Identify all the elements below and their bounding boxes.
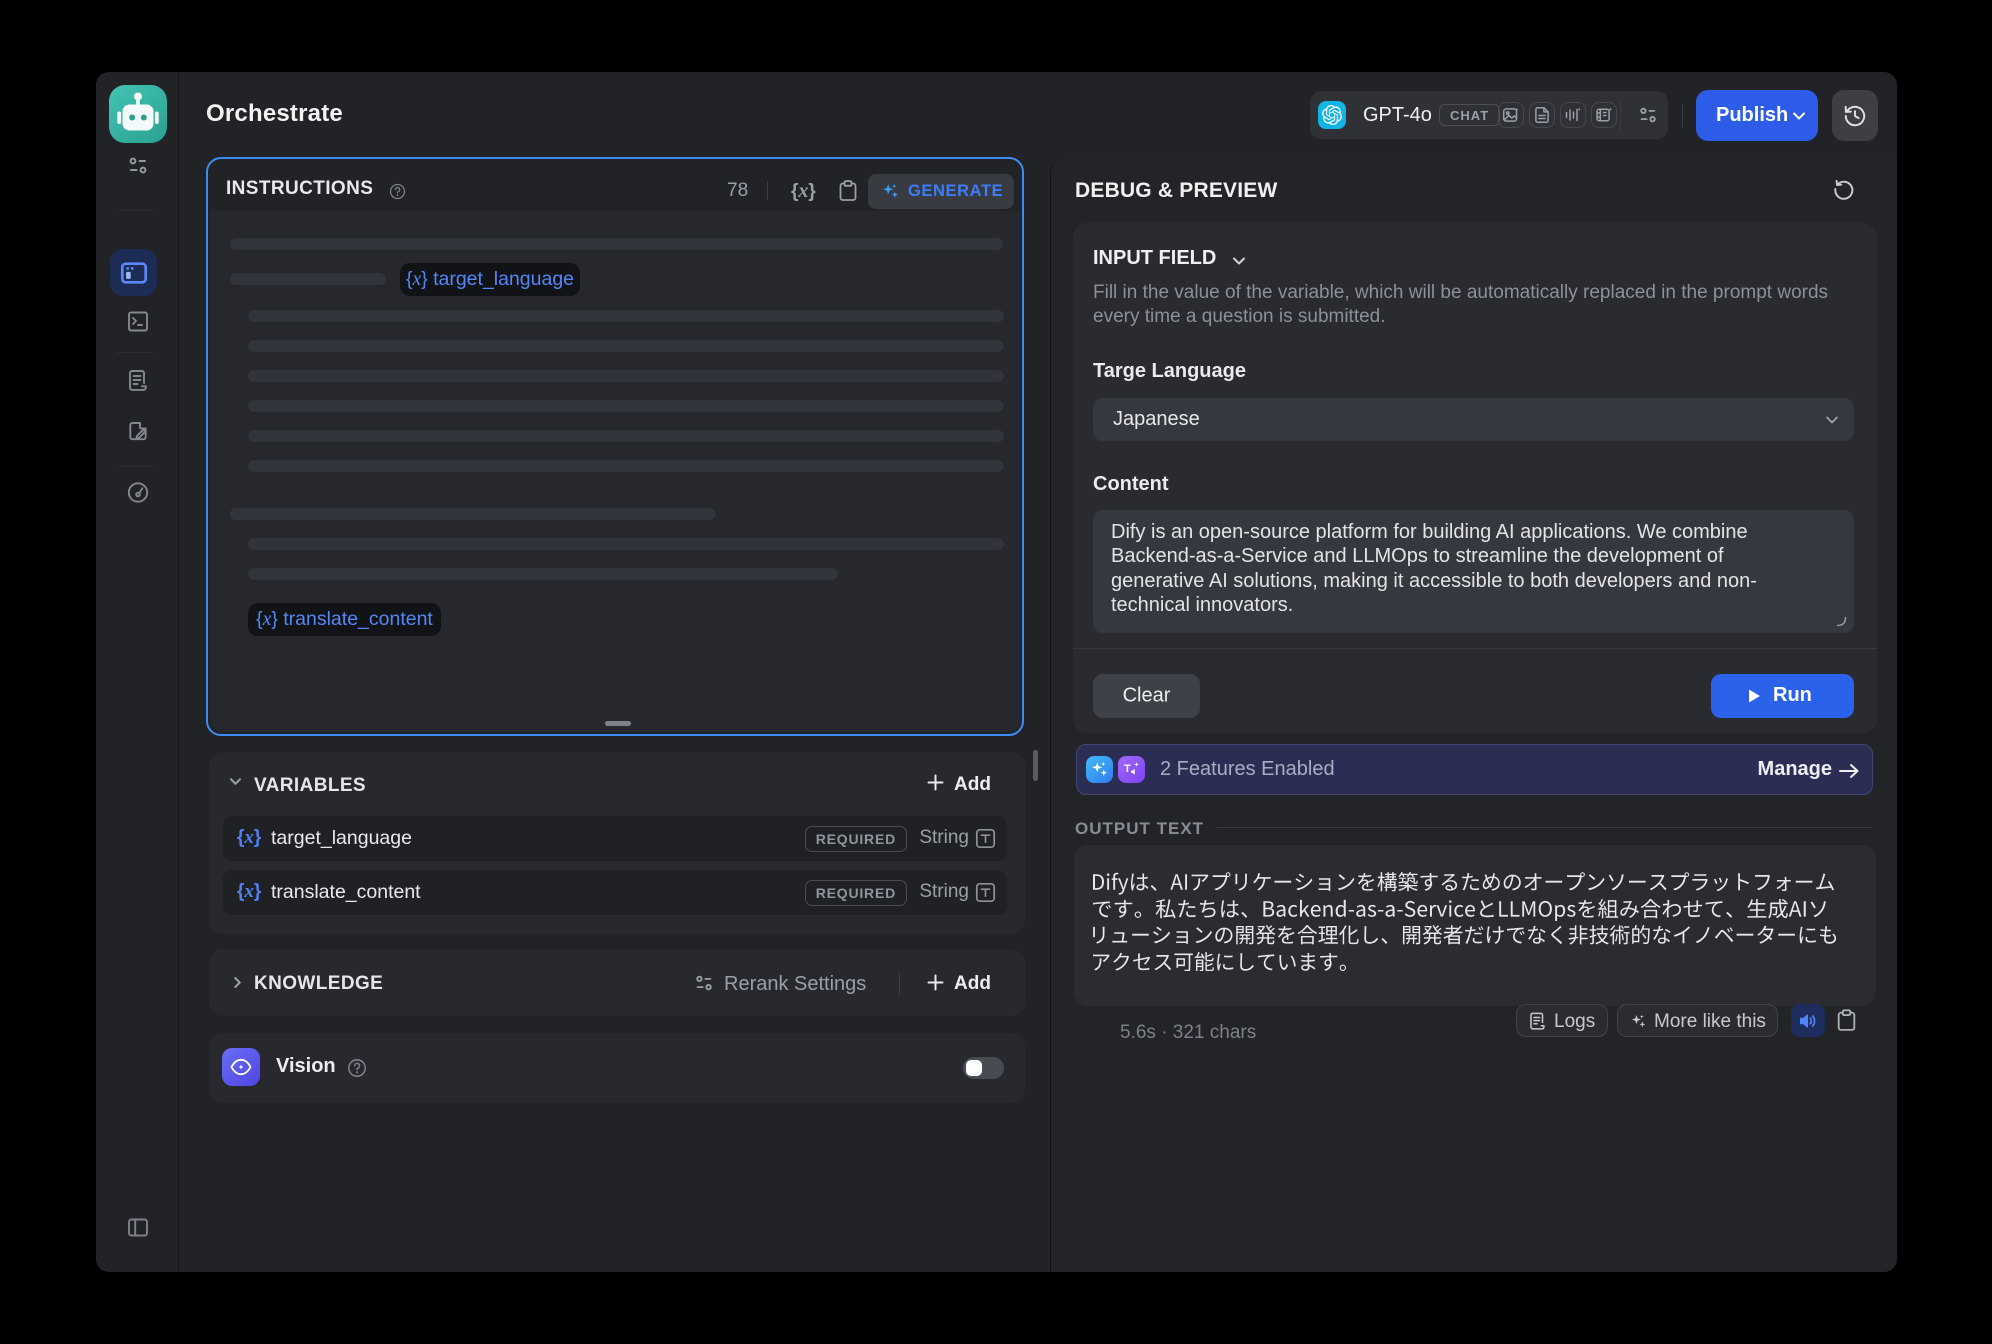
- svg-text:T: T: [1124, 763, 1131, 775]
